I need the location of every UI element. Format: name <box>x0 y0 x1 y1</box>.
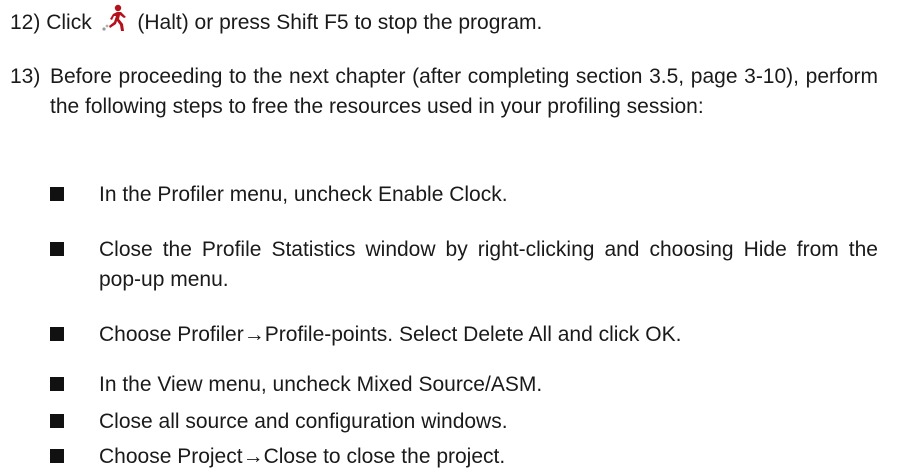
document-page: 12) Click (Halt) or press Shift F5 to st… <box>0 0 904 473</box>
halt-icon <box>100 4 130 34</box>
list-item: Choose Profiler→Profile-points. Select D… <box>50 320 878 350</box>
step-13-row: 13) Before proceeding to the next chapte… <box>10 62 878 122</box>
square-bullet-icon <box>50 187 64 201</box>
square-bullet-icon <box>50 414 64 428</box>
list-item-text: In the View menu, uncheck Mixed Source/A… <box>99 373 543 396</box>
list-item-text: Close the Profile Statistics window by r… <box>99 238 878 291</box>
list-item: Choose Project→Close to close the projec… <box>50 442 878 472</box>
list-item-text: Close all source and configuration windo… <box>99 410 508 433</box>
list-item-text: Choose Profiler→Profile-points. Select D… <box>99 323 682 346</box>
step-text-after-icon: (Halt) or press Shift F5 to stop the pro… <box>137 11 543 34</box>
square-bullet-icon <box>50 242 64 256</box>
step-text-before-icon: Click <box>46 11 92 34</box>
list-item-text: Choose Project→Close to close the projec… <box>99 445 506 468</box>
list-item: Close all source and configuration windo… <box>50 407 878 437</box>
square-bullet-icon <box>50 449 64 463</box>
step-text: Before proceeding to the next chapter (a… <box>50 65 878 118</box>
step-12: 12) Click (Halt) or press Shift F5 to st… <box>10 4 880 38</box>
step-number: 12) <box>10 11 41 34</box>
step-number: 13) <box>10 65 41 88</box>
step-13: 13) Before proceeding to the next chapte… <box>10 62 878 122</box>
square-bullet-icon <box>50 327 64 341</box>
list-item: Close the Profile Statistics window by r… <box>50 235 878 295</box>
list-item: In the Profiler menu, uncheck Enable Clo… <box>50 180 878 210</box>
square-bullet-icon <box>50 377 64 391</box>
list-item: In the View menu, uncheck Mixed Source/A… <box>50 370 878 400</box>
list-item-text: In the Profiler menu, uncheck Enable Clo… <box>99 183 508 206</box>
